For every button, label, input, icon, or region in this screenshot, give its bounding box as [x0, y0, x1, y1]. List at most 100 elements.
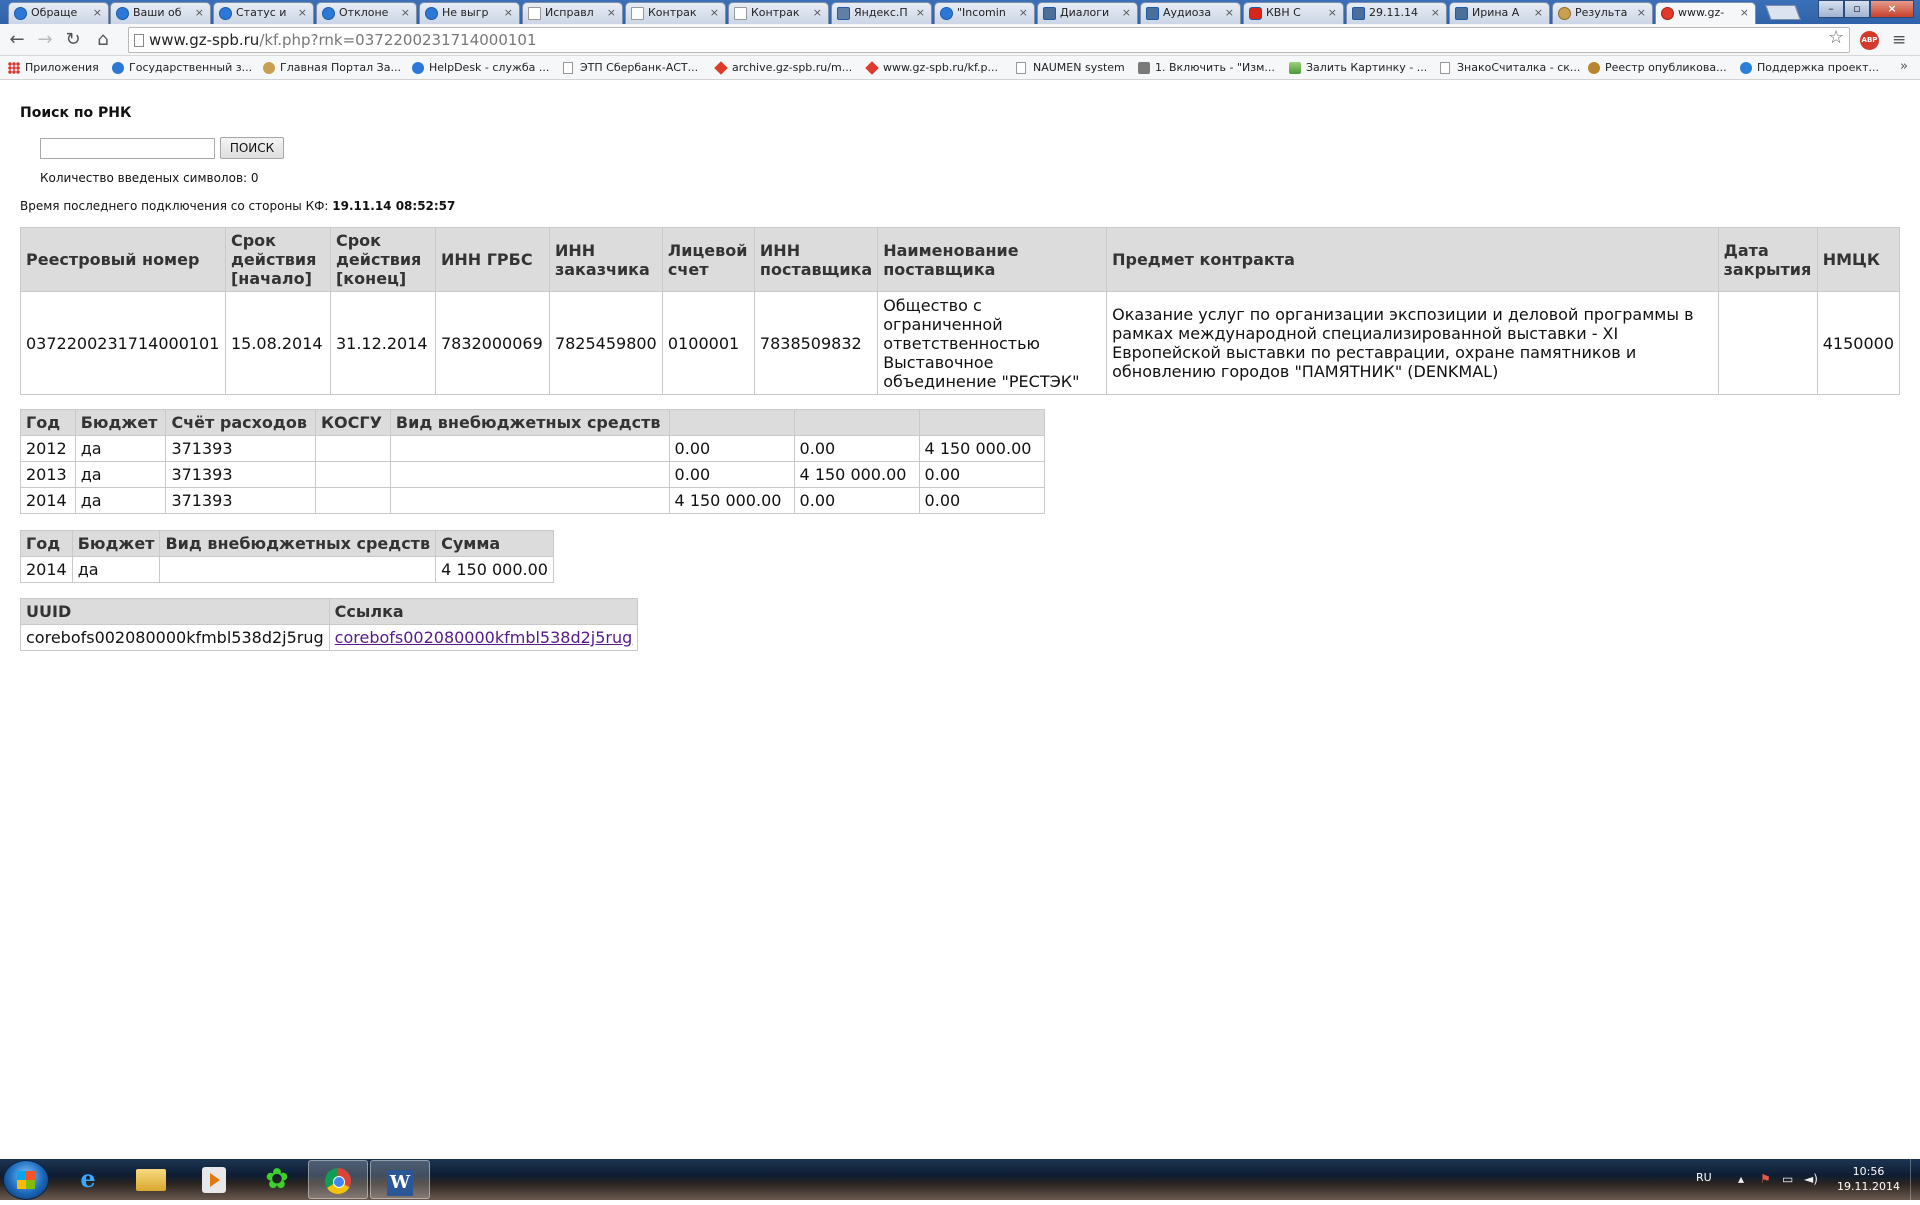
close-icon[interactable]: × — [1431, 3, 1440, 23]
browser-tab[interactable]: КВН С × — [1243, 2, 1344, 24]
taskbar-explorer-button[interactable] — [121, 1160, 181, 1199]
close-icon[interactable]: × — [298, 3, 307, 23]
document-icon — [563, 62, 573, 74]
browser-tab[interactable]: Статус и × — [213, 2, 314, 24]
close-icon[interactable]: × — [504, 3, 513, 23]
user-icon — [1138, 62, 1150, 74]
bookmark-item[interactable]: 1. Включить - "Изм... — [1138, 61, 1275, 76]
bookmark-item[interactable]: Приложения — [8, 61, 99, 76]
folder-icon — [136, 1169, 166, 1191]
search-button[interactable]: ПОИСК — [220, 137, 284, 159]
bookmark-item[interactable]: Главная Портал За... — [263, 61, 401, 76]
column-header: Лицевой счет — [661, 227, 755, 292]
menu-icon[interactable]: ≡ — [1892, 30, 1906, 50]
taskbar-icq-button[interactable]: ✿ — [247, 1160, 307, 1199]
table-cell: да — [74, 461, 167, 488]
column-header: Бюджет — [74, 409, 167, 436]
table-cell: 0.00 — [918, 461, 1045, 488]
browser-tab[interactable]: Диалоги × — [1037, 2, 1138, 24]
taskbar-media-button[interactable] — [184, 1160, 244, 1199]
tab-label: Статус и — [236, 6, 287, 19]
bookmark-item[interactable]: NAUMEN system — [1016, 61, 1125, 76]
browser-tab[interactable]: Исправл × — [522, 2, 623, 24]
close-icon[interactable]: × — [195, 3, 204, 23]
bookmark-item[interactable]: Реестр опубликова... — [1588, 61, 1727, 76]
clock[interactable]: 10:56 19.11.2014 — [1837, 1164, 1900, 1194]
column-header — [668, 409, 795, 436]
globe-icon — [219, 7, 232, 20]
reload-icon[interactable]: ↻ — [62, 29, 84, 51]
bookmark-item[interactable]: Государственный з... — [112, 61, 252, 76]
browser-tab[interactable]: Яндекс.П × — [831, 2, 932, 24]
globe-icon — [940, 7, 953, 20]
bookmark-star-icon[interactable]: ☆ — [1828, 27, 1844, 48]
close-icon[interactable]: × — [1534, 3, 1543, 23]
tab-label: Ирина А — [1472, 6, 1520, 19]
table-row: 2012 да 371393 0.00 0.00 4 150 000.00 — [20, 435, 1045, 462]
maximize-button[interactable]: ▫ — [1844, 0, 1870, 18]
show-desktop-button[interactable] — [1910, 1159, 1920, 1200]
minimize-button[interactable]: – — [1818, 0, 1844, 18]
browser-tab[interactable]: Не выгр × — [419, 2, 520, 24]
start-button[interactable] — [3, 1160, 49, 1200]
bookmark-item[interactable]: Залить Картинку - ... — [1289, 61, 1427, 76]
address-bar[interactable]: www.gz-spb.ru/kf.php?rnk=037220023171400… — [128, 27, 1850, 53]
tab-label: Обраще — [31, 6, 78, 19]
column-header: Бюджет — [71, 530, 161, 557]
browser-tab[interactable]: Аудиоза × — [1140, 2, 1241, 24]
more-bookmarks-button[interactable]: » — [1900, 59, 1908, 74]
new-tab-button[interactable] — [1765, 5, 1801, 20]
table-cell: 0.00 — [793, 435, 920, 462]
close-icon[interactable]: × — [710, 3, 719, 23]
flag-icon[interactable]: ⚑ — [1760, 1172, 1771, 1186]
bookmark-item[interactable]: ЗнакоСчиталка - ск... — [1440, 61, 1580, 76]
rnk-search-input[interactable] — [40, 138, 215, 159]
taskbar-ie-button[interactable]: e — [58, 1160, 118, 1199]
show-hidden-icons-icon[interactable]: ▴ — [1738, 1172, 1744, 1186]
browser-tab[interactable]: Ваши об × — [110, 2, 211, 24]
network-icon[interactable]: ▭ — [1782, 1172, 1793, 1186]
forward-arrow-icon[interactable]: → — [34, 29, 56, 51]
table-header-row: UUID Ссылка — [20, 598, 639, 625]
taskbar-chrome-button[interactable] — [308, 1160, 368, 1199]
column-header: КОСГУ — [314, 409, 391, 436]
close-window-button[interactable]: × — [1870, 0, 1914, 18]
bookmark-item[interactable]: www.gz-spb.ru/kf.p... — [865, 61, 998, 76]
language-indicator[interactable]: RU — [1696, 1171, 1712, 1184]
close-icon[interactable]: × — [1225, 3, 1234, 23]
browser-tab[interactable]: 29.11.14 × — [1346, 2, 1447, 24]
taskbar-word-button[interactable]: W — [370, 1160, 430, 1199]
browser-tab[interactable]: Результа × — [1552, 2, 1653, 24]
browser-tab[interactable]: Контрак × — [625, 2, 726, 24]
site-favicon-icon — [1661, 7, 1674, 20]
close-icon[interactable]: × — [1019, 3, 1028, 23]
close-icon[interactable]: × — [607, 3, 616, 23]
browser-tab[interactable]: "Incomin × — [934, 2, 1035, 24]
browser-tab-active[interactable]: www.gz- × — [1655, 2, 1756, 24]
volume-icon[interactable]: ◄) — [1804, 1172, 1818, 1186]
browser-tab[interactable]: Отклоне × — [316, 2, 417, 24]
uuid-link[interactable]: corebofs002080000kfmbl538d2j5rug — [335, 628, 633, 647]
close-icon[interactable]: × — [1122, 3, 1131, 23]
browser-tab[interactable]: Ирина А × — [1449, 2, 1550, 24]
home-icon[interactable]: ⌂ — [92, 29, 114, 51]
tab-label: Результа — [1575, 6, 1628, 19]
close-icon[interactable]: × — [916, 3, 925, 23]
adblock-icon[interactable]: ABP — [1860, 31, 1879, 50]
browser-tab[interactable]: Контрак × — [728, 2, 829, 24]
bookmark-item[interactable]: ЭТП Сбербанк-АСТ... — [563, 61, 698, 76]
close-icon[interactable]: × — [1740, 3, 1749, 23]
bookmark-item[interactable]: archive.gz-spb.ru/m... — [714, 61, 852, 76]
close-icon[interactable]: × — [1328, 3, 1337, 23]
table-cell — [314, 461, 391, 488]
close-icon[interactable]: × — [813, 3, 822, 23]
browser-tab[interactable]: Обраще × — [8, 2, 109, 24]
back-arrow-icon[interactable]: ← — [6, 29, 28, 51]
close-icon[interactable]: × — [93, 3, 102, 23]
bookmark-item[interactable]: Поддержка проект... — [1740, 61, 1879, 76]
close-icon[interactable]: × — [1637, 3, 1646, 23]
tab-label: www.gz- — [1678, 6, 1725, 19]
bookmark-item[interactable]: HelpDesk - служба ... — [412, 61, 549, 76]
document-icon — [1440, 62, 1450, 74]
close-icon[interactable]: × — [401, 3, 410, 23]
